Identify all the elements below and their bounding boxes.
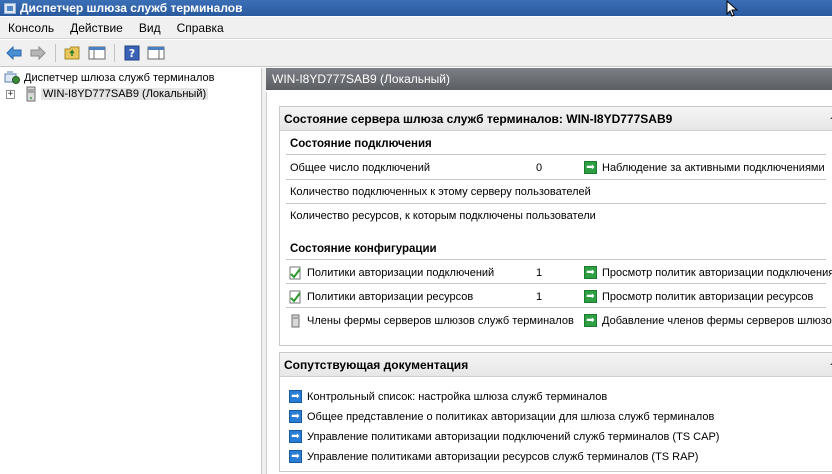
- doc-link-checklist[interactable]: ➡ Контрольный список: настройка шлюза сл…: [289, 390, 607, 403]
- blue-arrow-icon: ➡: [289, 410, 302, 423]
- divider: [286, 179, 826, 180]
- total-connections-label: Общее число подключений: [290, 162, 430, 174]
- total-connections-value: 0: [536, 162, 543, 174]
- console-tree: Диспетчер шлюза служб терминалов + WIN-I…: [0, 68, 262, 474]
- policy-check-icon: [289, 266, 301, 280]
- add-farm-members-label: Добавление членов фермы серверов шлюзов: [602, 314, 832, 327]
- blue-arrow-icon: ➡: [289, 390, 302, 403]
- blue-arrow-icon: ➡: [289, 450, 302, 463]
- doc-link-overview[interactable]: ➡ Общее представление о политиках автори…: [289, 410, 714, 423]
- server-icon: [26, 86, 36, 102]
- policy-check-icon: [289, 290, 301, 304]
- status-section-header[interactable]: Состояние сервера шлюза служб терминалов…: [280, 107, 832, 131]
- config-status-heading: Состояние конфигурации: [290, 243, 437, 255]
- doc-link-label: Контрольный список: настройка шлюза служ…: [307, 390, 608, 403]
- menu-console[interactable]: Консоль: [0, 21, 62, 35]
- tree-server-label: WIN-I8YD777SAB9 (Локальный): [41, 88, 209, 100]
- connected-resources-label: Количество ресурсов, к которым подключен…: [290, 210, 596, 222]
- results-pane: WIN-I8YD777SAB9 (Локальный) Состояние се…: [266, 68, 832, 474]
- action-pane-button[interactable]: [145, 42, 167, 64]
- view-rap-label: Просмотр политик авторизации ресурсов: [602, 290, 814, 303]
- pane-header: WIN-I8YD777SAB9 (Локальный): [266, 68, 832, 90]
- cap-policies-label: Политики авторизации подключений: [307, 267, 495, 279]
- rap-policies-label: Политики авторизации ресурсов: [307, 291, 474, 303]
- view-cap-label: Просмотр политик авторизации подключения: [602, 266, 832, 279]
- blue-arrow-icon: ➡: [289, 430, 302, 443]
- doc-link-label: Общее представление о политиках авториза…: [307, 410, 715, 423]
- doc-link-label: Управление политиками авторизации подклю…: [307, 430, 720, 443]
- menu-action[interactable]: Действие: [62, 21, 131, 35]
- tree-root[interactable]: Диспетчер шлюза служб терминалов: [4, 70, 215, 86]
- back-button[interactable]: [3, 42, 25, 64]
- back-icon: [6, 46, 22, 60]
- monitor-connections-link[interactable]: ➡ Наблюдение за активными подключениями: [584, 161, 825, 174]
- server-farm-icon: [291, 314, 300, 328]
- app-icon: [4, 2, 16, 14]
- green-arrow-icon: ➡: [584, 161, 597, 174]
- green-arrow-icon: ➡: [584, 314, 597, 327]
- divider: [286, 283, 826, 284]
- doc-link-label: Управление политиками авторизации ресурс…: [307, 450, 699, 463]
- tree-expander[interactable]: +: [6, 89, 15, 99]
- doc-link-ts-cap[interactable]: ➡ Управление политиками авторизации подк…: [289, 430, 719, 443]
- toolbar-separator: [114, 44, 115, 62]
- divider: [286, 259, 826, 260]
- doc-link-ts-rap[interactable]: ➡ Управление политиками авторизации ресу…: [289, 450, 698, 463]
- help-icon: ?: [124, 45, 140, 61]
- docs-section-title: Сопутствующая документация: [284, 357, 469, 372]
- action-pane-icon: [147, 46, 165, 60]
- content-area: Состояние сервера шлюза служб терминалов…: [266, 92, 832, 474]
- toolbar-separator: [55, 44, 56, 62]
- console-tree-icon: [88, 46, 106, 60]
- window-title: Диспетчер шлюза служб терминалов: [20, 1, 243, 15]
- divider: [286, 307, 826, 308]
- farm-members-label: Члены фермы серверов шлюзов служб термин…: [307, 315, 574, 327]
- green-arrow-icon: ➡: [584, 290, 597, 303]
- gateway-manager-icon: [4, 71, 20, 84]
- monitor-connections-label: Наблюдение за активными подключениями: [602, 161, 825, 174]
- menu-view[interactable]: Вид: [131, 21, 169, 35]
- forward-button[interactable]: [27, 42, 49, 64]
- up-folder-button[interactable]: [62, 42, 84, 64]
- mouse-cursor-icon: [726, 0, 739, 17]
- green-arrow-icon: ➡: [584, 266, 597, 279]
- view-cap-link[interactable]: ➡ Просмотр политик авторизации подключен…: [584, 266, 832, 279]
- title-bar: Диспетчер шлюза служб терминалов: [0, 0, 832, 16]
- menu-help[interactable]: Справка: [169, 21, 232, 35]
- help-button[interactable]: ?: [121, 42, 143, 64]
- status-section-title: Состояние сервера шлюза служб терминалов…: [284, 111, 673, 126]
- connection-status-heading: Состояние подключения: [290, 138, 432, 150]
- rap-policies-value: 1: [536, 291, 543, 303]
- docs-section: Сопутствующая документация ➡ Контрольный…: [279, 352, 832, 472]
- farm-members-item: Члены фермы серверов шлюзов служб термин…: [289, 314, 574, 328]
- view-rap-link[interactable]: ➡ Просмотр политик авторизации ресурсов: [584, 290, 813, 303]
- connected-users-label: Количество подключенных к этому серверу …: [290, 186, 591, 198]
- console-tree-button[interactable]: [86, 42, 108, 64]
- divider: [286, 203, 826, 204]
- rap-policies-item: Политики авторизации ресурсов: [289, 290, 473, 304]
- menu-bar: Консоль Действие Вид Справка: [0, 17, 832, 39]
- add-farm-members-link[interactable]: ➡ Добавление членов фермы серверов шлюзо…: [584, 314, 832, 327]
- cap-policies-value: 1: [536, 267, 543, 279]
- tree-item-server[interactable]: + WIN-I8YD777SAB9 (Локальный): [6, 86, 209, 102]
- forward-icon: [30, 46, 46, 60]
- divider: [286, 154, 826, 155]
- toolbar: ?: [0, 40, 832, 67]
- status-section: Состояние сервера шлюза служб терминалов…: [279, 106, 832, 346]
- svg-text:?: ?: [129, 47, 135, 60]
- cap-policies-item: Политики авторизации подключений: [289, 266, 494, 280]
- up-folder-icon: [64, 46, 80, 60]
- tree-root-label: Диспетчер шлюза служб терминалов: [24, 72, 215, 84]
- docs-section-header[interactable]: Сопутствующая документация: [280, 353, 832, 377]
